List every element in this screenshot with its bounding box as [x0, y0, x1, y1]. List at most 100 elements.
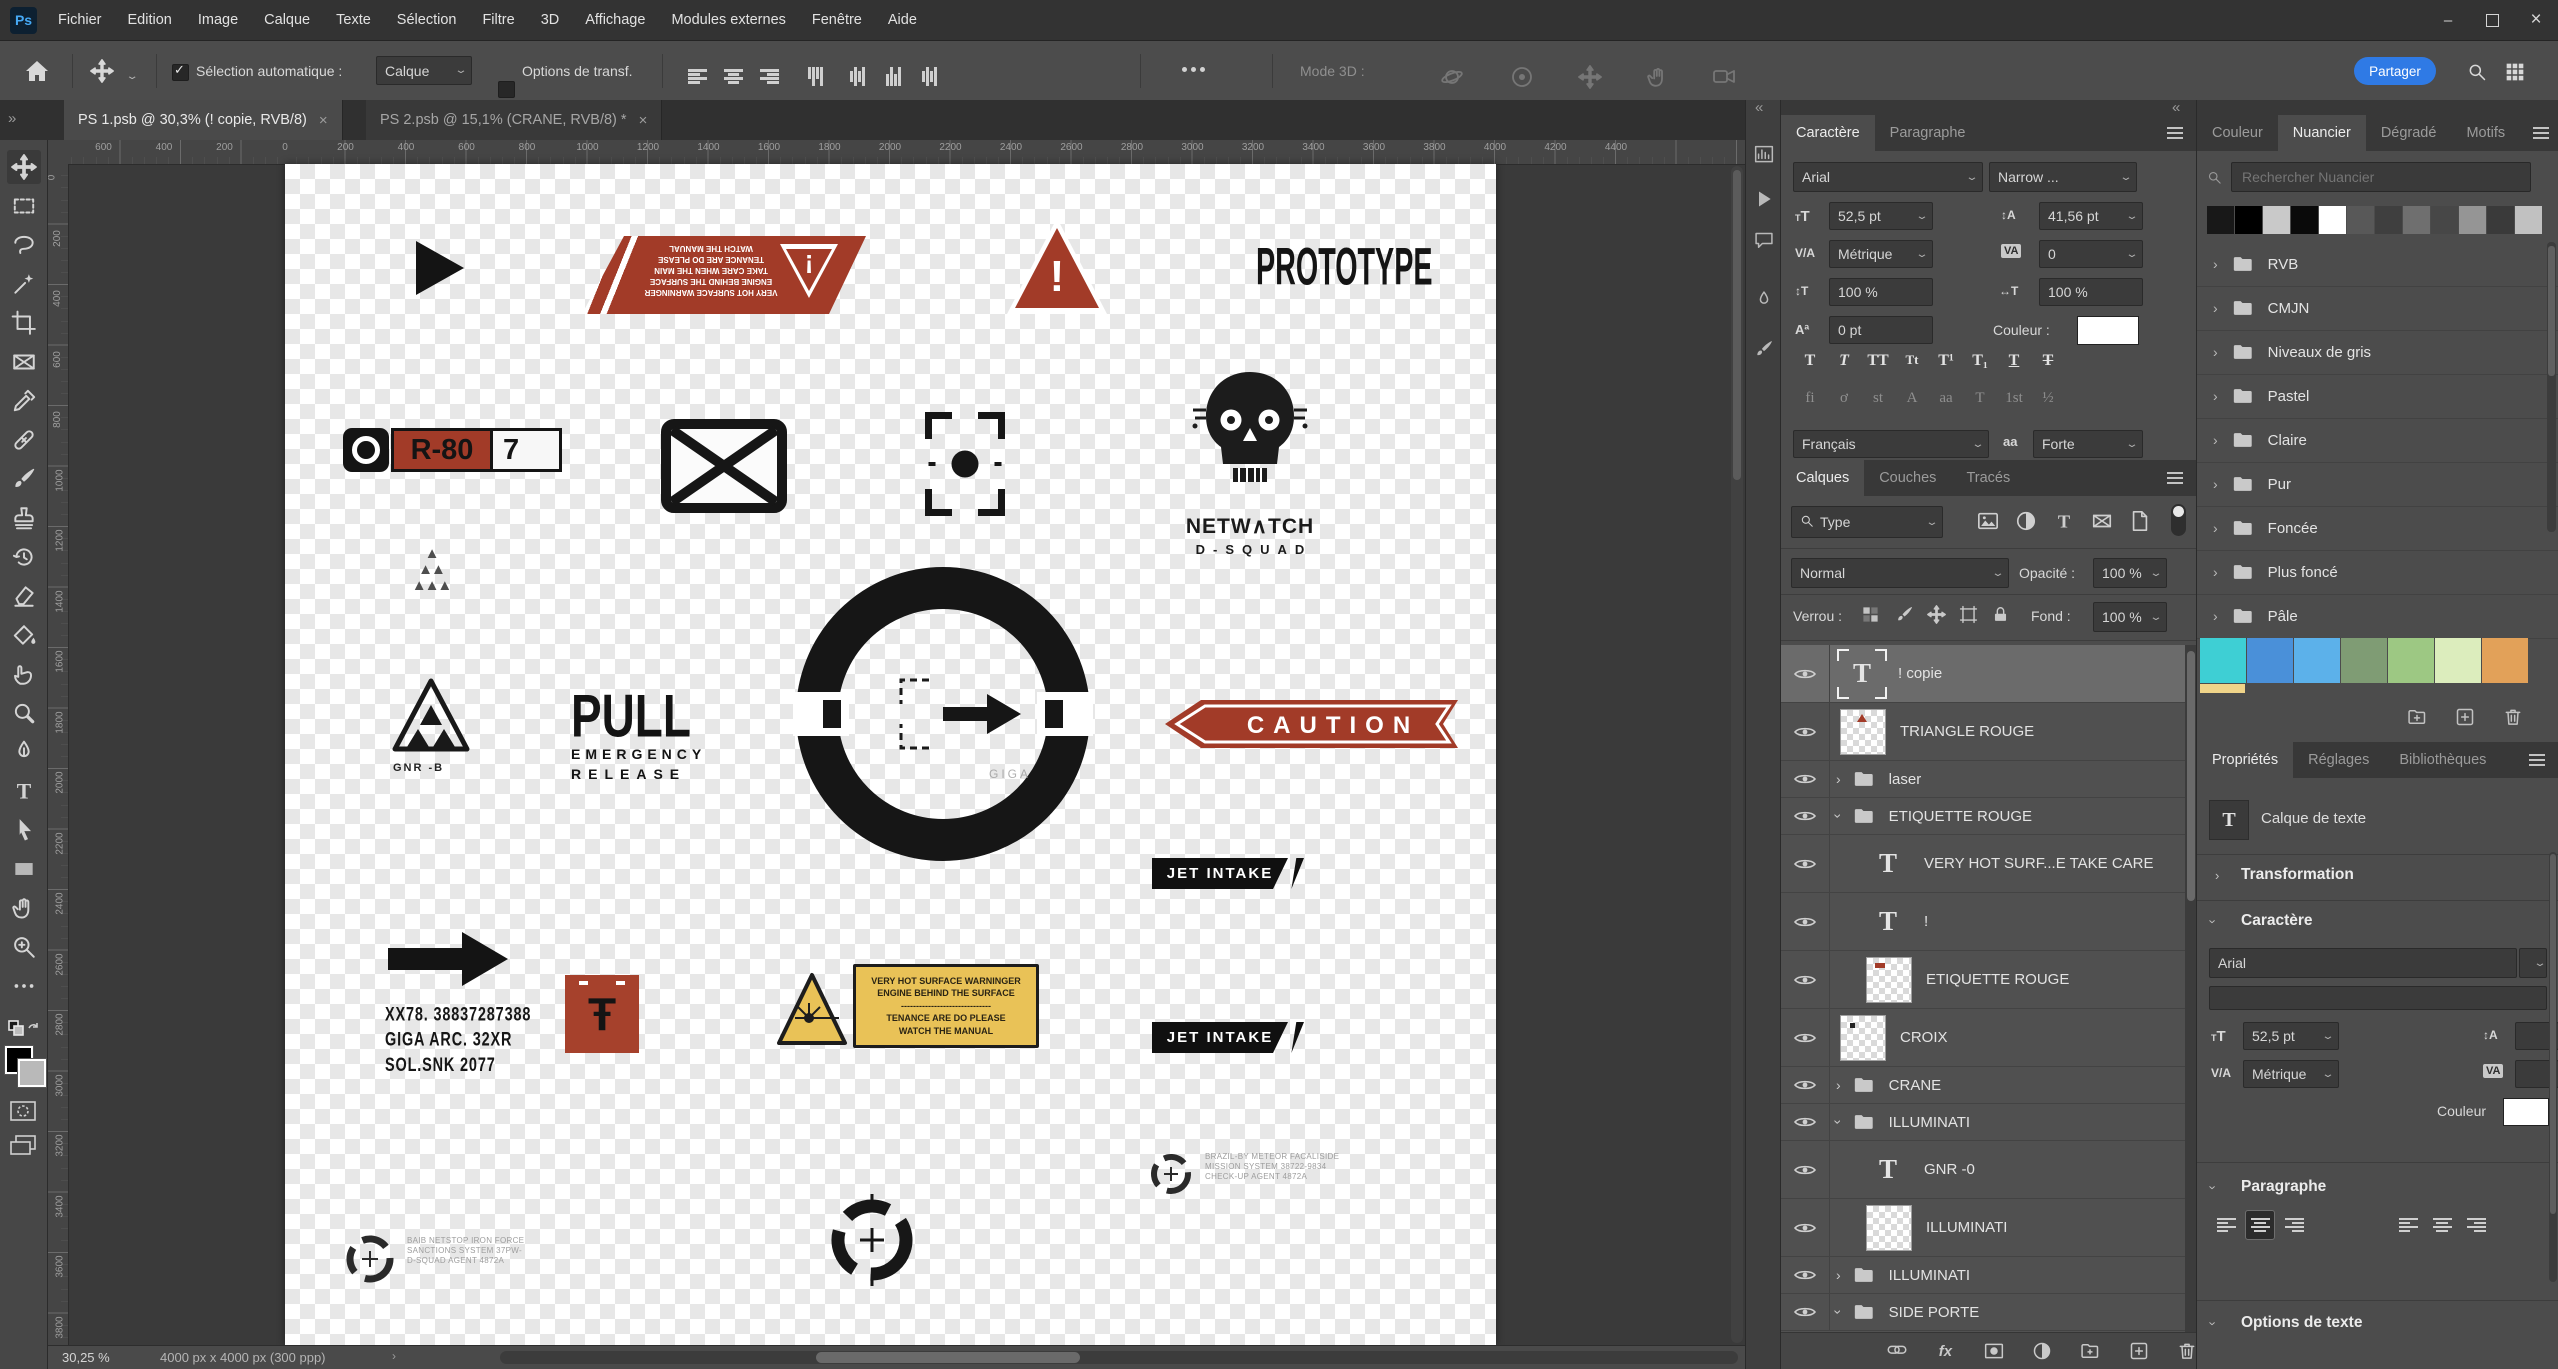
layer-visibility-toggle[interactable]: [1781, 1067, 1830, 1103]
layer-filter-dropdown[interactable]: Type⌄: [1791, 506, 1943, 538]
text-style-button-1[interactable]: T: [1831, 352, 1857, 370]
adjustment-layer-icon[interactable]: [2032, 1340, 2052, 1362]
panel-icon-actions[interactable]: [1753, 188, 1775, 210]
recent-swatch[interactable]: [2263, 206, 2290, 234]
tool-more[interactable]: [7, 969, 41, 1003]
tool-history-brush[interactable]: [7, 540, 41, 574]
text-color-swatch[interactable]: [2077, 316, 2139, 345]
layer-visibility-toggle[interactable]: [1781, 1141, 1830, 1198]
tab-proprietes[interactable]: Propriétés: [2197, 742, 2293, 778]
opentype-button-0[interactable]: fi: [1797, 390, 1823, 407]
swatch-group-claire[interactable]: ›Claire: [2197, 418, 2558, 463]
fill-field[interactable]: 100 %⌄: [2093, 602, 2167, 632]
tool-type[interactable]: T: [7, 774, 41, 808]
panel-icon-histogram[interactable]: [1753, 144, 1775, 166]
properties-scrollbar[interactable]: [2549, 852, 2557, 1282]
document-tab-1[interactable]: PS 1.psb @ 30,3% (! copie, RVB/8)×: [64, 100, 343, 140]
foreground-background-swatches[interactable]: [5, 1046, 43, 1084]
chevron-right-icon[interactable]: ›: [2213, 256, 2218, 272]
minimize-icon[interactable]: –: [2426, 4, 2470, 36]
align-middle-icon[interactable]: [848, 69, 867, 84]
text-style-button-2[interactable]: TT: [1865, 352, 1891, 370]
tool-clone-stamp[interactable]: [7, 501, 41, 535]
tab-motifs[interactable]: Motifs: [2451, 115, 2520, 151]
add-mask-icon[interactable]: [1984, 1340, 2004, 1362]
tab-bibliotheques[interactable]: Bibliothèques: [2384, 742, 2501, 778]
filter-image-icon[interactable]: [1977, 510, 2001, 534]
layer-row[interactable]: ›ETIQUETTE ROUGE: [1781, 798, 2185, 835]
new-swatch-group-icon[interactable]: [2407, 707, 2429, 729]
color-swatch[interactable]: [2388, 638, 2434, 683]
link-layers-icon[interactable]: [1887, 1340, 1907, 1362]
mode3d-roll-icon[interactable]: [1510, 65, 1534, 93]
align-center-button[interactable]: [2245, 1210, 2275, 1240]
tool-dodge[interactable]: [7, 696, 41, 730]
chevron-right-icon[interactable]: ›: [2213, 388, 2218, 404]
tool-smudge[interactable]: [7, 657, 41, 691]
chevron-right-icon[interactable]: ›: [2213, 300, 2218, 316]
distribute-icon[interactable]: [920, 69, 939, 84]
layer-row[interactable]: TRIANGLE ROUGE: [1781, 703, 2185, 761]
recent-swatch[interactable]: [2291, 206, 2318, 234]
font-size-field[interactable]: 52,5 pt⌄: [1829, 202, 1933, 230]
menu-item-filtre[interactable]: Filtre: [469, 0, 527, 40]
swatch-group-pastel[interactable]: ›Pastel: [2197, 374, 2558, 419]
expand-panel-icon[interactable]: »: [8, 110, 16, 127]
section-options-texte[interactable]: Options de texte: [2241, 1314, 2362, 1332]
group-chevron-icon[interactable]: ›: [1836, 771, 1841, 787]
tool-marquee[interactable]: [7, 189, 41, 223]
color-swatch[interactable]: [2435, 638, 2481, 683]
props-font-family-dropdown[interactable]: Arial: [2209, 948, 2517, 978]
filter-adj-icon[interactable]: [2015, 510, 2039, 534]
lock-artboard-icon[interactable]: [1959, 605, 1981, 627]
props-font-family-chevron[interactable]: ⌄: [2519, 948, 2547, 978]
layer-row[interactable]: ›SIDE PORTE: [1781, 1294, 2185, 1331]
color-swatch[interactable]: [2482, 638, 2528, 683]
tool-healing-brush[interactable]: [7, 423, 41, 457]
recent-swatch[interactable]: [2459, 206, 2486, 234]
tab-nuancier[interactable]: Nuancier: [2278, 115, 2366, 151]
props-font-size-field[interactable]: 52,5 pt⌄: [2243, 1022, 2339, 1050]
swatch-group-pâle[interactable]: ›Pâle: [2197, 594, 2558, 639]
panel-icon-brush-tool[interactable]: [1753, 338, 1775, 360]
section-caractere[interactable]: Caractère: [2241, 912, 2313, 930]
recent-swatch[interactable]: [2347, 206, 2374, 234]
lock-brush-tool-icon[interactable]: [1895, 605, 1917, 627]
new-layer-icon[interactable]: [2128, 1340, 2148, 1362]
align-justify-right-button[interactable]: [2461, 1210, 2491, 1240]
tab-couleur[interactable]: Couleur: [2197, 115, 2278, 151]
layer-visibility-toggle[interactable]: [1781, 761, 1830, 797]
tool-object-selection[interactable]: [7, 267, 41, 301]
recent-swatch[interactable]: [2403, 206, 2430, 234]
menu-item-sélection[interactable]: Sélection: [384, 0, 470, 40]
tab-close-icon[interactable]: ×: [639, 112, 648, 129]
menu-item-modules-externes[interactable]: Modules externes: [658, 0, 798, 40]
layers-scrollbar[interactable]: [2185, 645, 2196, 1332]
layer-visibility-toggle[interactable]: [1781, 703, 1830, 760]
tab-reglages[interactable]: Réglages: [2293, 742, 2384, 778]
mode3d-cam-icon[interactable]: [1712, 65, 1736, 93]
panel-icon-pen-tool[interactable]: [1753, 289, 1775, 311]
color-swatch[interactable]: [2341, 638, 2387, 683]
recent-swatch[interactable]: [2487, 206, 2514, 234]
swatch-group-foncée[interactable]: ›Foncée: [2197, 506, 2558, 551]
opentype-button-7[interactable]: ½: [2035, 390, 2061, 407]
align-top-icon[interactable]: [806, 69, 825, 84]
group-chevron-icon[interactable]: ›: [1830, 1310, 1846, 1315]
blend-mode-dropdown[interactable]: Normal⌄: [1791, 558, 2009, 588]
delete-swatch-icon[interactable]: [2503, 707, 2525, 729]
share-button[interactable]: Partager: [2354, 57, 2436, 85]
collapse-right-panels-icon[interactable]: «: [2172, 99, 2180, 116]
swatches-scrollbar[interactable]: [2547, 242, 2556, 532]
swatch-partial[interactable]: [2200, 684, 2245, 693]
layer-style-icon[interactable]: fx: [1935, 1340, 1955, 1362]
opentype-button-6[interactable]: 1st: [2001, 390, 2027, 407]
maximize-icon[interactable]: [2470, 4, 2514, 36]
filter-toggle[interactable]: [2171, 504, 2186, 536]
text-style-button-5[interactable]: T₁: [1967, 352, 1993, 370]
screen-mode-icon[interactable]: [9, 1134, 39, 1158]
document-canvas[interactable]: VERY HOT SURFACE WARNINGERENGINE BEHIND …: [285, 164, 1496, 1345]
antialias-dropdown[interactable]: Forte⌄: [2033, 430, 2143, 458]
new-swatch-icon[interactable]: [2455, 707, 2477, 729]
tab-close-icon[interactable]: ×: [319, 112, 328, 129]
